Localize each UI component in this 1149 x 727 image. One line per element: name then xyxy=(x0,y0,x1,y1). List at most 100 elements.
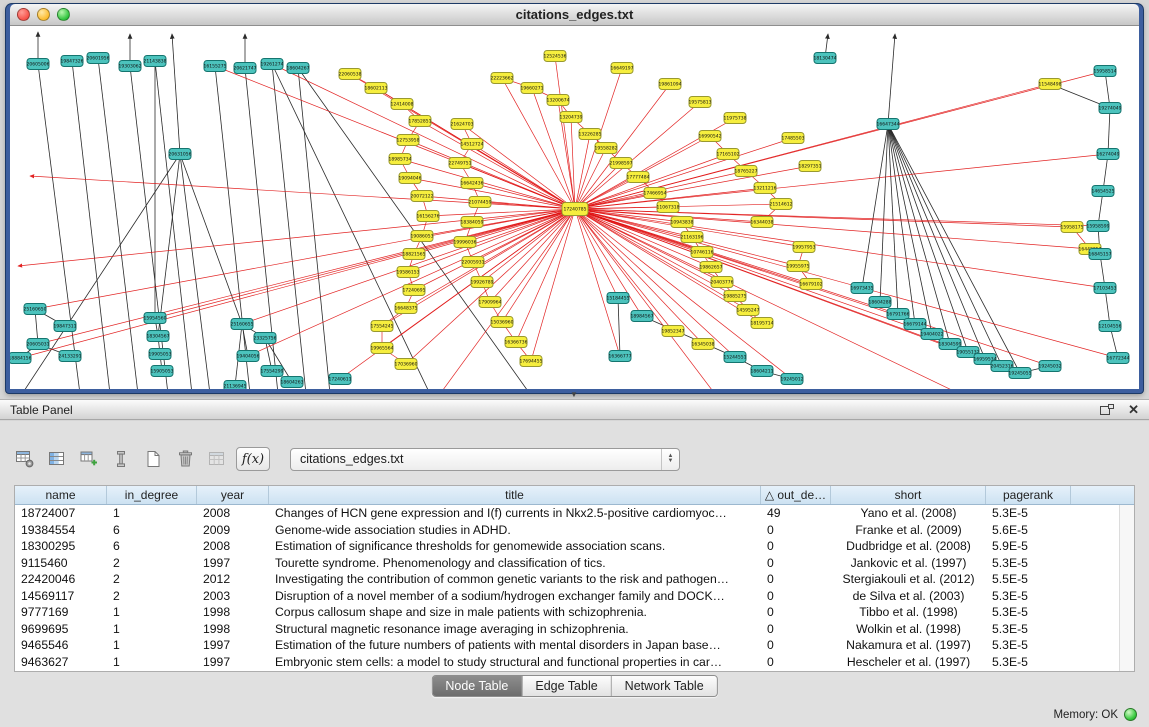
graph-node[interactable]: 15905053 xyxy=(151,366,174,377)
graph-node[interactable]: 17554245 xyxy=(371,321,394,332)
graph-node[interactable]: 13204739 xyxy=(560,112,583,123)
table-scrollbar[interactable] xyxy=(1119,505,1134,671)
network-canvas[interactable]: 1724078522060538186021131241400817852851… xyxy=(10,26,1139,389)
graph-node[interactable]: 19245012 xyxy=(781,374,804,385)
graph-node[interactable]: 19245032 xyxy=(1039,361,1062,372)
merge-tables-button[interactable] xyxy=(204,446,230,472)
table-row[interactable]: 977716911998Corpus callosum shape and si… xyxy=(15,604,1134,621)
graph-node[interactable]: 17165102 xyxy=(717,149,740,160)
graph-node[interactable]: 18604288 xyxy=(869,297,892,308)
table-row[interactable]: 1456911722003Disruption of a novel membe… xyxy=(15,588,1134,605)
graph-node[interactable]: 25160650 xyxy=(24,304,47,315)
zoom-window-button[interactable] xyxy=(57,8,70,21)
graph-node[interactable]: 25160655 xyxy=(231,319,254,330)
graph-node[interactable]: 13211216 xyxy=(754,183,777,194)
row-options-button[interactable] xyxy=(108,446,134,472)
graph-node[interactable]: 20605031 xyxy=(27,339,50,350)
graph-node[interactable]: 13200674 xyxy=(547,95,570,106)
close-panel-icon[interactable]: ✕ xyxy=(1128,403,1139,416)
graph-node[interactable]: 20621747 xyxy=(234,63,257,74)
graph-node[interactable]: 17909964 xyxy=(479,297,502,308)
graph-node[interactable]: 15184455 xyxy=(607,293,630,304)
graph-node[interactable]: 18604211 xyxy=(751,366,774,377)
graph-node[interactable]: 19965564 xyxy=(371,343,394,354)
tab-node-table[interactable]: Node Table xyxy=(432,676,522,696)
graph-node[interactable]: 18884156 xyxy=(10,353,32,364)
graph-node[interactable]: 19094046 xyxy=(399,173,422,184)
graph-node[interactable]: 15958175 xyxy=(1061,222,1084,233)
graph-node[interactable]: 14512724 xyxy=(461,139,484,150)
graph-node[interactable]: 16155275 xyxy=(204,61,227,72)
graph-node[interactable]: 12104556 xyxy=(1099,321,1122,332)
graph-node[interactable]: 20403776 xyxy=(711,277,734,288)
graph-node[interactable]: 18384059 xyxy=(461,217,484,228)
table-row[interactable]: 1830029562008Estimation of significance … xyxy=(15,538,1134,555)
graph-node[interactable]: 19261274 xyxy=(261,59,284,70)
graph-node[interactable]: 19852347 xyxy=(662,326,685,337)
show-columns-button[interactable] xyxy=(44,446,70,472)
column-header-name[interactable]: name xyxy=(15,486,107,504)
graph-node[interactable]: 21624703 xyxy=(451,119,474,130)
graph-node[interactable]: 14654525 xyxy=(1092,186,1115,197)
graph-node[interactable]: 16679102 xyxy=(800,279,823,290)
graph-node[interactable]: 19086053 xyxy=(411,231,434,242)
graph-node[interactable]: 18985734 xyxy=(389,154,412,165)
graph-node[interactable]: 20631056 xyxy=(169,149,192,160)
graph-node[interactable]: 19404022 xyxy=(921,329,944,340)
graph-node[interactable]: 19861094 xyxy=(659,79,682,90)
import-table-button[interactable] xyxy=(76,446,102,472)
graph-node[interactable]: 17240695 xyxy=(403,285,426,296)
graph-node[interactable]: 19847311 xyxy=(54,321,77,332)
table-row[interactable]: 2242004622012Investigating the contribut… xyxy=(15,571,1134,588)
tab-network-table[interactable]: Network Table xyxy=(612,676,717,696)
graph-node[interactable]: 18602113 xyxy=(365,83,388,94)
graph-node[interactable]: 17852851 xyxy=(409,116,432,127)
graph-node[interactable]: 19404056 xyxy=(237,351,260,362)
graph-node[interactable]: 17240611 xyxy=(329,374,352,385)
graph-node[interactable]: 17240785 xyxy=(562,203,588,216)
graph-node[interactable]: 19885275 xyxy=(724,291,747,302)
graph-node[interactable]: 21074459 xyxy=(469,197,492,208)
table-row[interactable]: 1938455462009Genome-wide association stu… xyxy=(15,522,1134,539)
graph-node[interactable]: 16366736 xyxy=(505,337,528,348)
graph-node[interactable]: 14595247 xyxy=(737,305,760,316)
network-canvas-svg[interactable]: 1724078522060538186021131241400817852851… xyxy=(10,26,1139,389)
graph-node[interactable]: 19303062 xyxy=(119,61,142,72)
graph-node[interactable]: 19905053 xyxy=(149,349,172,360)
graph-node[interactable]: 12524536 xyxy=(544,51,567,62)
graph-node[interactable]: 16156276 xyxy=(417,211,440,222)
graph-node[interactable]: 12753958 xyxy=(397,135,420,146)
graph-node[interactable]: 16274049 xyxy=(1097,149,1120,160)
graph-node[interactable]: 17103453 xyxy=(1094,283,1117,294)
graph-node[interactable]: 19558282 xyxy=(595,143,618,154)
graph-node[interactable]: 17466954 xyxy=(644,188,667,199)
graph-node[interactable]: 19996036 xyxy=(454,237,477,248)
graph-node[interactable]: 21998597 xyxy=(610,158,633,169)
table-row[interactable]: 946554611997Estimation of the future num… xyxy=(15,637,1134,654)
graph-node[interactable]: 19245055 xyxy=(1009,368,1032,379)
graph-node[interactable]: 15954560 xyxy=(144,313,167,324)
graph-node[interactable]: 17485503 xyxy=(782,133,805,144)
graph-node[interactable]: 18297351 xyxy=(799,161,822,172)
graph-node[interactable]: 18130474 xyxy=(814,53,837,64)
graph-node[interactable]: 19660271 xyxy=(521,83,544,94)
graph-node[interactable]: 10943838 xyxy=(671,217,694,228)
table-row[interactable]: 911546021997Tourette syndrome. Phenomeno… xyxy=(15,555,1134,572)
tab-edge-table[interactable]: Edge Table xyxy=(522,676,611,696)
table-row[interactable]: 1872400712008Changes of HCN gene express… xyxy=(15,505,1134,522)
graph-node[interactable]: 11067318 xyxy=(657,202,680,213)
graph-node[interactable]: 24133291 xyxy=(59,351,82,362)
graph-node[interactable]: 21514612 xyxy=(770,199,793,210)
graph-node[interactable]: 19586153 xyxy=(397,267,420,278)
graph-node[interactable]: 22005931 xyxy=(462,257,485,268)
graph-node[interactable]: 16366777 xyxy=(609,351,632,362)
column-header-out_de[interactable]: △ out_de… xyxy=(761,486,831,504)
graph-node[interactable]: 11548498 xyxy=(1039,79,1062,90)
column-header-short[interactable]: short xyxy=(831,486,986,504)
graph-node[interactable]: 16973435 xyxy=(851,283,874,294)
graph-node[interactable]: 19575813 xyxy=(689,97,712,108)
graph-node[interactable]: 10746116 xyxy=(691,247,714,258)
graph-node[interactable]: 17036960 xyxy=(395,359,418,370)
graph-node[interactable]: 15244551 xyxy=(724,352,747,363)
column-header-year[interactable]: year xyxy=(197,486,269,504)
